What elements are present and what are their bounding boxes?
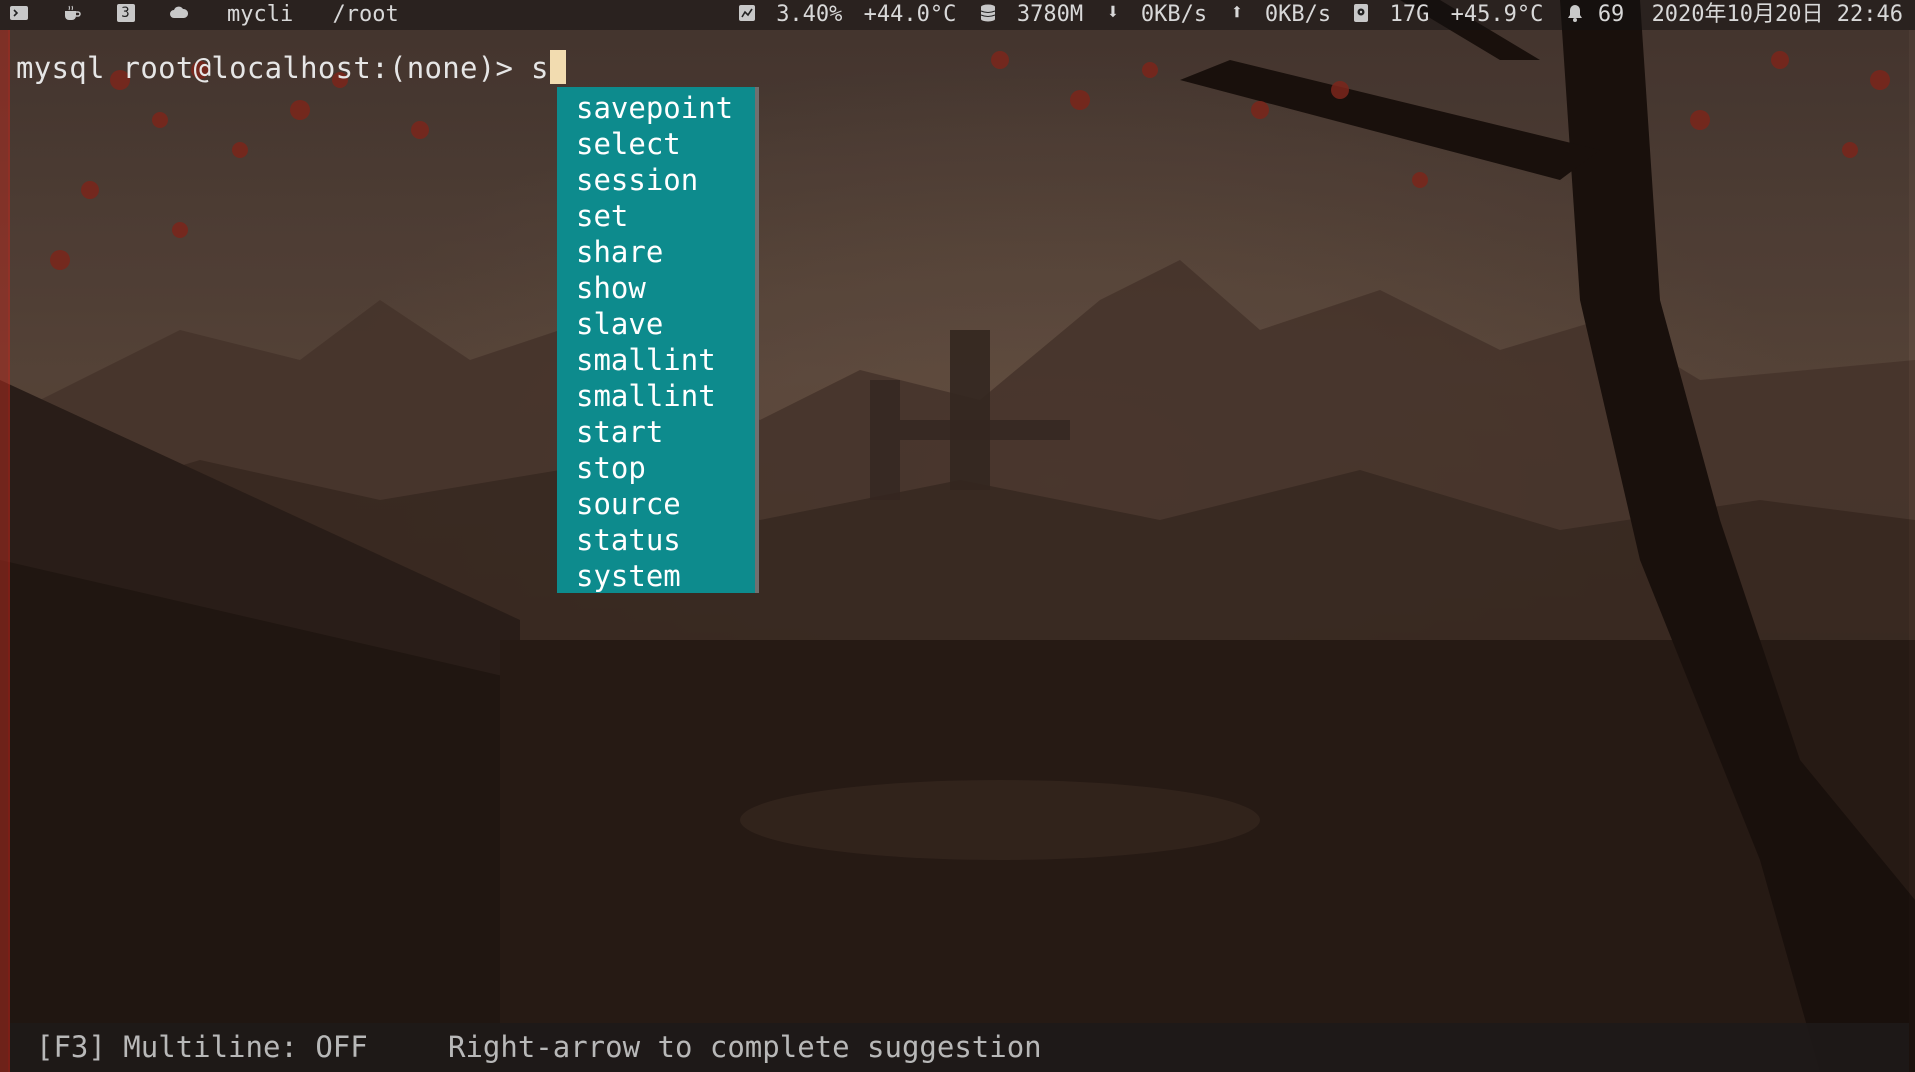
completion-item[interactable]: set xyxy=(576,198,755,234)
net-up: 0KB/s xyxy=(1264,2,1332,27)
cpu-temp: +44.0°C xyxy=(863,2,957,27)
command-input[interactable]: s xyxy=(531,51,549,85)
datetime: 2020年10月20日 22:46 xyxy=(1651,2,1903,27)
text-cursor xyxy=(549,50,566,84)
completion-item[interactable]: session xyxy=(576,162,755,198)
multiline-status: [F3] Multiline: OFF xyxy=(36,1030,368,1064)
window-title: mycli xyxy=(227,2,294,27)
bell-icon[interactable] xyxy=(1567,4,1583,22)
completion-item[interactable]: stop xyxy=(576,450,755,486)
disk-icon xyxy=(1354,4,1369,22)
notification-count: 69 xyxy=(1597,2,1625,27)
workspace-3-icon[interactable]: 3 xyxy=(116,4,135,22)
top-status-bar: 3 mycli /root 3.40% +44.0°C 3780M ⬇ 0KB/… xyxy=(0,0,1915,30)
window-path: /root xyxy=(332,2,399,27)
coffee-icon[interactable] xyxy=(63,5,81,21)
completion-item[interactable]: share xyxy=(576,234,755,270)
cloud-icon[interactable] xyxy=(169,5,188,21)
chart-icon xyxy=(738,5,755,21)
completion-menu[interactable]: savepoint select session set share show slave s… xyxy=(557,87,759,594)
completion-item[interactable]: system xyxy=(576,558,755,594)
net-down: 0KB/s xyxy=(1140,2,1208,27)
prompt: mysql root@localhost:(none)> xyxy=(16,51,532,85)
disk-usage: 17G xyxy=(1389,2,1430,27)
statusbar-right: 3.40% +44.0°C 3780M ⬇ 0KB/s ⬆ 0KB/s 17G … xyxy=(729,0,1903,30)
disk-temp: +45.9°C xyxy=(1450,2,1544,27)
bottom-toolbar: [F3] Multiline: OFF Right-arrow to compl… xyxy=(10,1023,1909,1072)
completion-item[interactable]: start xyxy=(576,414,755,450)
completion-item[interactable]: smallint xyxy=(576,342,755,378)
terminal-window[interactable]: mysql root@localhost:(none)> s savepoint… xyxy=(8,30,1909,1072)
completion-item[interactable]: select xyxy=(576,126,755,162)
completion-hint: Right-arrow to complete suggestion xyxy=(448,1030,1042,1064)
arrow-down-icon: ⬇ xyxy=(1106,0,1120,25)
cpu-usage: 3.40% xyxy=(776,2,843,27)
completion-item[interactable]: status xyxy=(576,522,755,558)
completion-item[interactable]: smallint xyxy=(576,378,755,414)
terminal-icon[interactable] xyxy=(10,5,28,21)
arrow-up-icon: ⬆ xyxy=(1230,0,1244,25)
completion-item[interactable]: savepoint xyxy=(576,90,755,126)
completion-item[interactable]: source xyxy=(576,486,755,522)
database-icon xyxy=(980,4,995,22)
completion-item[interactable]: slave xyxy=(576,306,755,342)
completion-scrollbar[interactable] xyxy=(755,87,759,593)
statusbar-left: 3 mycli /root xyxy=(10,0,399,30)
prompt-line[interactable]: mysql root@localhost:(none)> s xyxy=(16,50,566,86)
completion-item[interactable]: show xyxy=(576,270,755,306)
memory-usage: 3780M xyxy=(1016,2,1084,27)
